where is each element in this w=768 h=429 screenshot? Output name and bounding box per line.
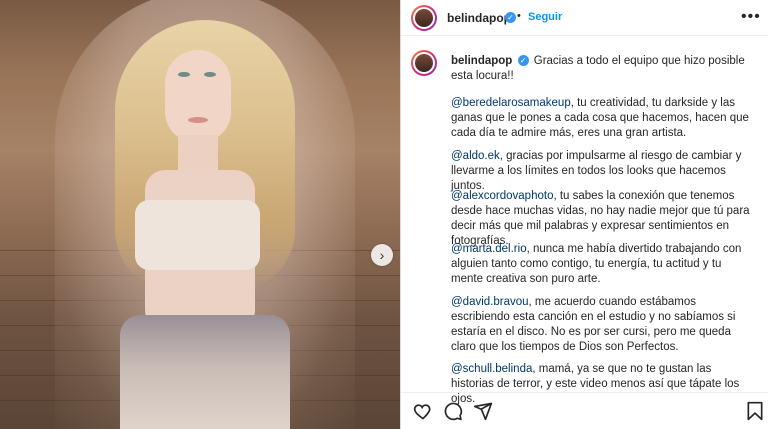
comment-icon[interactable] xyxy=(443,401,463,421)
caption-paragraph: @alexcordovaphoto, tu sabes la conexión … xyxy=(451,189,756,249)
caption-avatar[interactable] xyxy=(411,50,437,76)
mention-link[interactable]: @marta.del.rio xyxy=(451,243,527,255)
username-link[interactable]: belindapop xyxy=(447,11,511,25)
share-icon[interactable] xyxy=(473,401,493,421)
heart-icon[interactable] xyxy=(413,401,433,421)
mention-link[interactable]: @alexcordovaphoto xyxy=(451,190,553,202)
more-options-icon[interactable]: ••• xyxy=(741,8,761,26)
caption-paragraph: @david.bravou, me acuerdo cuando estábam… xyxy=(451,295,756,355)
verified-icon: ✓ xyxy=(505,12,516,23)
mention-link[interactable]: @schull.belinda xyxy=(451,363,532,375)
right-eye xyxy=(204,72,216,77)
neck xyxy=(178,135,218,175)
caption-paragraph: @beredelarosamakeup, tu creatividad, tu … xyxy=(451,96,756,141)
lips xyxy=(188,117,208,123)
caption-first: belindapop ✓ Gracias a todo el equipo qu… xyxy=(451,54,756,84)
caption-username[interactable]: belindapop xyxy=(451,55,512,67)
mention-link[interactable]: @aldo.ek xyxy=(451,150,500,162)
action-bar xyxy=(401,392,768,429)
post-side-panel: belindapop ✓ • Seguir ••• belindapop ✓ G… xyxy=(400,0,768,429)
verified-icon: ✓ xyxy=(517,55,529,67)
face xyxy=(165,50,231,142)
caption-paragraph: @marta.del.rio, nunca me había divertido… xyxy=(451,242,756,287)
separator-dot: • xyxy=(517,10,521,22)
post-photo[interactable]: › xyxy=(0,0,400,429)
top-garment xyxy=(135,200,260,270)
follow-button[interactable]: Seguir xyxy=(528,11,562,23)
chevron-right-icon: › xyxy=(379,247,385,263)
next-arrow-button[interactable]: › xyxy=(371,244,393,266)
skirt xyxy=(120,315,290,429)
post-header: belindapop ✓ • Seguir ••• xyxy=(401,0,768,36)
left-eye xyxy=(178,72,190,77)
mention-link[interactable]: @beredelarosamakeup xyxy=(451,97,571,109)
caption-paragraph: @aldo.ek, gracias por impulsarme al ries… xyxy=(451,149,756,194)
bookmark-icon[interactable] xyxy=(746,401,764,421)
avatar[interactable] xyxy=(411,5,437,31)
mention-link[interactable]: @david.bravou xyxy=(451,296,529,308)
instagram-post: › belindapop ✓ • Seguir ••• belindapop ✓… xyxy=(0,0,768,429)
